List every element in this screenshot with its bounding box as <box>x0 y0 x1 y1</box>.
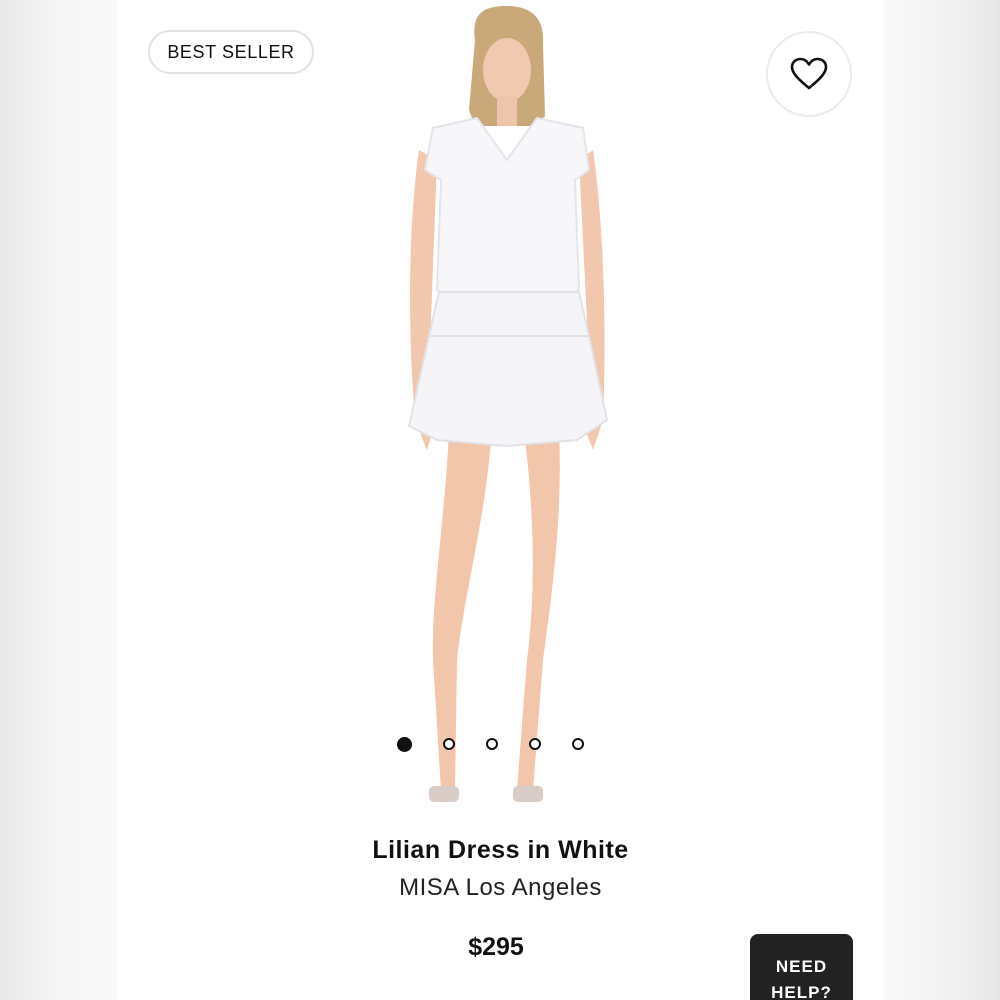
carousel-dot-2[interactable] <box>443 738 455 750</box>
product-page: BEST SELLER Lilian Dress in White MISA L… <box>117 0 884 1000</box>
carousel-dots <box>397 737 584 752</box>
favorite-button[interactable] <box>766 31 852 117</box>
heart-outline-icon <box>790 57 828 90</box>
need-help-line2: HELP? <box>771 983 832 1000</box>
product-brand[interactable]: MISA Los Angeles <box>117 874 884 902</box>
need-help-line1: NEED <box>775 957 828 976</box>
product-name: Lilian Dress in White <box>372 836 629 864</box>
carousel-dot-1[interactable] <box>397 737 412 752</box>
product-image[interactable] <box>367 0 647 820</box>
carousel-dot-4[interactable] <box>529 738 541 750</box>
badge-label: BEST SELLER <box>167 41 295 62</box>
need-help-button[interactable]: NEED HELP? <box>750 934 853 1000</box>
carousel-dot-3[interactable] <box>486 738 498 750</box>
best-seller-badge: BEST SELLER <box>148 30 314 74</box>
carousel-dot-5[interactable] <box>572 738 584 750</box>
